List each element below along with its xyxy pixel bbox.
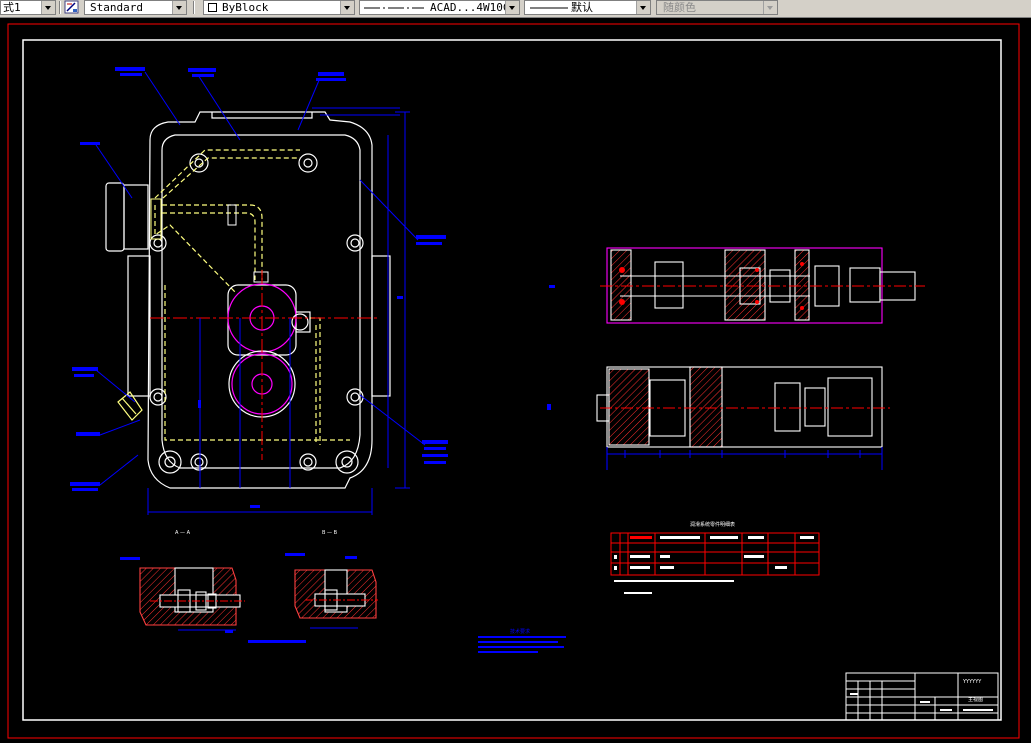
gear-outline <box>228 313 309 418</box>
section-label-a: A — A <box>175 530 191 536</box>
parts-table-title: 润滑系统零件明细表 <box>690 521 735 528</box>
chevron-down-icon[interactable] <box>41 1 55 14</box>
text-style-dropdown[interactable]: 式1 <box>0 0 56 15</box>
dim-style-dropdown[interactable]: Standard <box>84 0 187 15</box>
main-view-dimensions <box>95 71 426 515</box>
chevron-down-icon[interactable] <box>172 1 186 14</box>
plot-style-control-dropdown[interactable]: 随颜色 <box>656 0 778 15</box>
toolbar-separator <box>59 1 61 14</box>
lineweight-control-value: 默认 <box>571 1 593 14</box>
linetype-control-dropdown[interactable]: ACAD...4W10C <box>359 0 520 15</box>
section-view-a <box>139 567 245 631</box>
chevron-down-icon[interactable] <box>763 1 777 14</box>
title-block-name: 主视图 <box>968 696 983 703</box>
section-view-b <box>294 569 378 629</box>
color-swatch-icon <box>208 3 217 12</box>
plot-style-control-value: 随颜色 <box>663 1 696 14</box>
title-block-code: YYYYYY <box>962 679 982 685</box>
center-lines <box>150 270 380 460</box>
toolbar-separator <box>193 1 195 14</box>
chevron-down-icon[interactable] <box>636 1 650 14</box>
parts-list-table: 润滑系统零件明细表 <box>610 521 820 594</box>
gearbox-bolt-holes <box>149 153 364 474</box>
text-style-value: 式1 <box>3 1 21 14</box>
drawing-canvas[interactable]: A — A B — B 技术要求 润滑系统零件明细表 YYYYYY 主视图 <box>0 18 1031 743</box>
lineweight-control-dropdown[interactable]: 默认 <box>524 0 651 15</box>
color-control-value: ByBlock <box>222 1 269 14</box>
gearbox-main-view <box>105 111 391 489</box>
properties-toolbar: 式1 Standard ByBlock ACAD...4W10C 默认 随颜色 <box>0 0 1031 18</box>
linetype-control-value: ACAD...4W10C <box>430 1 510 14</box>
section-label-b: B — B <box>322 530 338 536</box>
oil-pipe-routing <box>154 149 350 445</box>
linetype-preview-icon <box>364 7 424 9</box>
main-view-callout-labels <box>70 67 448 508</box>
lineweight-preview-icon <box>530 7 568 9</box>
technical-notes-block: 技术要求 <box>478 628 566 653</box>
technical-notes-title: 技术要求 <box>510 628 530 635</box>
shaft-view-dimensions <box>549 285 555 288</box>
color-control-dropdown[interactable]: ByBlock <box>203 0 355 15</box>
chevron-down-icon[interactable] <box>505 1 519 14</box>
chevron-down-icon[interactable] <box>340 1 354 14</box>
housing-section-view <box>596 366 883 470</box>
dim-style-value: Standard <box>90 1 143 14</box>
section-hatch <box>150 198 269 283</box>
dimension-style-icon[interactable] <box>64 0 80 15</box>
